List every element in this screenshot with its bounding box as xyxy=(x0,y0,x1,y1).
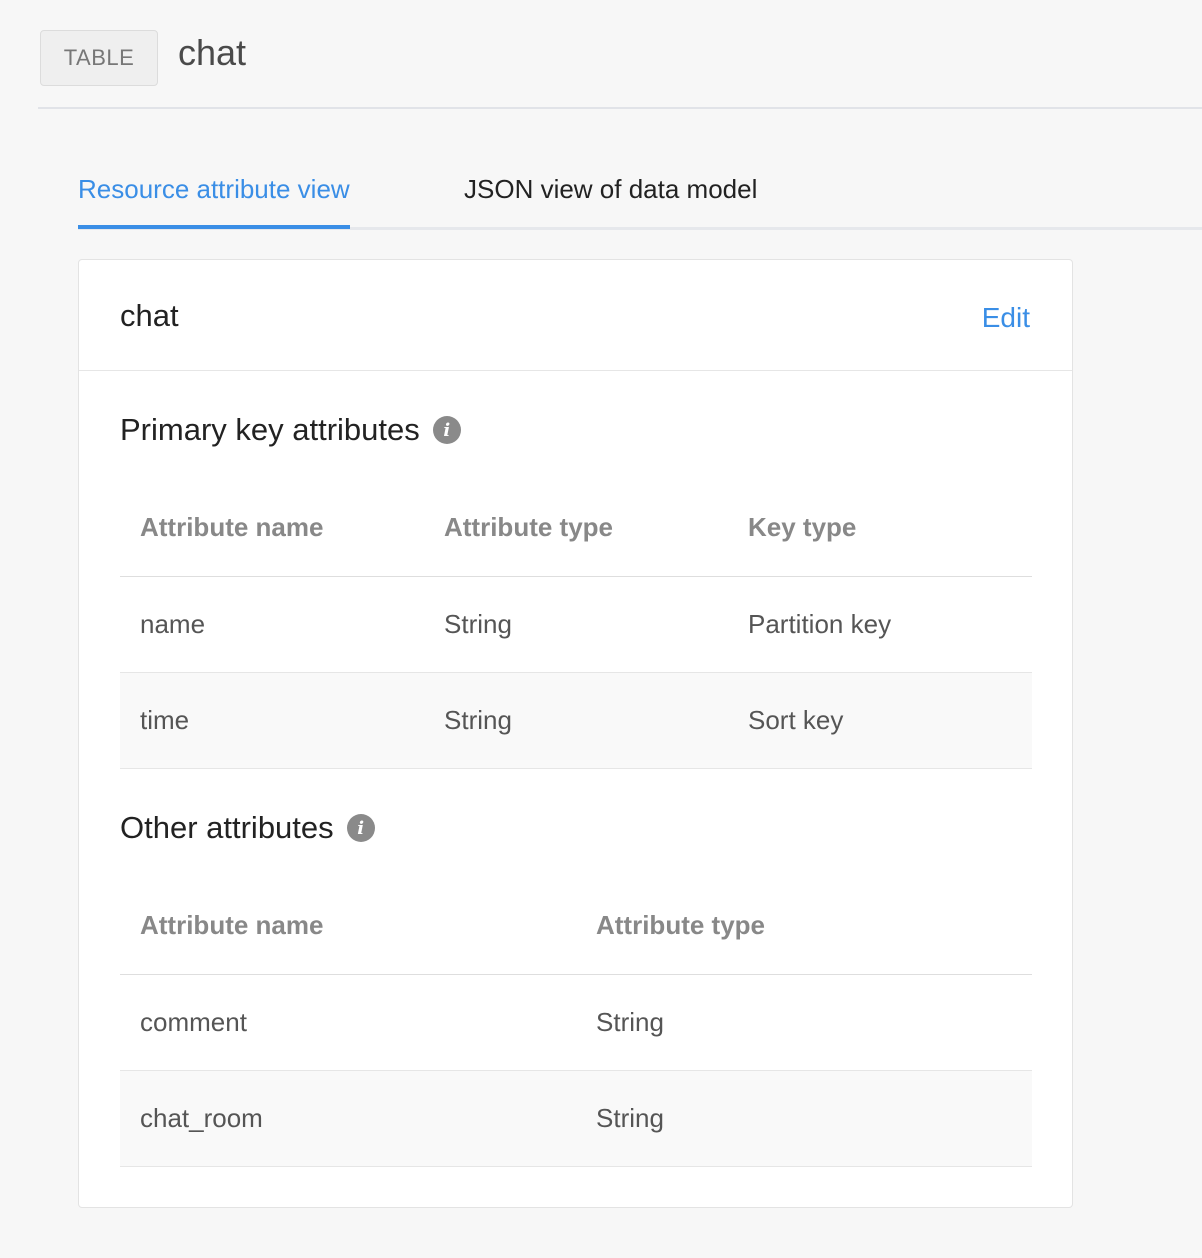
primary-key-table: Attribute name Attribute type Key type n… xyxy=(120,479,1032,769)
attribute-name-cell: chat_room xyxy=(140,1103,263,1133)
table-row: comment String xyxy=(120,975,1032,1071)
attribute-type-cell: String xyxy=(444,705,512,735)
primary-key-section-title: Primary key attributes i xyxy=(120,412,461,448)
edit-link[interactable]: Edit xyxy=(982,302,1030,334)
info-icon[interactable]: i xyxy=(346,814,375,842)
attribute-type-cell: String xyxy=(596,1103,664,1133)
column-header: Attribute type xyxy=(596,910,765,940)
attribute-type-cell: String xyxy=(596,1007,664,1037)
tab-bar: Resource attribute view JSON view of dat… xyxy=(78,160,1202,230)
column-header: Attribute name xyxy=(140,910,324,940)
other-attributes-table: Attribute name Attribute type comment St… xyxy=(120,877,1032,1167)
other-attributes-section-title: Other attributes i xyxy=(120,810,375,846)
attribute-name-cell: comment xyxy=(140,1007,247,1037)
table-row: name String Partition key xyxy=(120,577,1032,673)
attribute-name-cell: name xyxy=(140,609,206,639)
table-detail-card: chat Edit Primary key attributes i Attri… xyxy=(78,259,1073,1208)
other-attributes-heading: Other attributes xyxy=(120,810,334,845)
resource-type-badge: TABLE xyxy=(40,30,158,86)
card-title: chat xyxy=(120,298,179,333)
attribute-type-cell: String xyxy=(444,609,512,639)
tab-resource-attribute-view[interactable]: Resource attribute view xyxy=(78,174,350,229)
table-row: chat_room String xyxy=(120,1071,1032,1167)
table-header-row: Attribute name Attribute type Key type xyxy=(120,479,1032,577)
table-row: time String Sort key xyxy=(120,673,1032,769)
info-icon[interactable]: i xyxy=(432,416,461,444)
table-header-row: Attribute name Attribute type xyxy=(120,877,1032,975)
key-type-cell: Partition key xyxy=(748,609,892,639)
primary-key-heading: Primary key attributes xyxy=(120,412,420,447)
page-title: chat xyxy=(178,32,247,73)
card-header: chat Edit xyxy=(79,260,1072,371)
key-type-cell: Sort key xyxy=(748,705,844,735)
tab-json-view[interactable]: JSON view of data model xyxy=(464,174,757,225)
column-header: Attribute type xyxy=(444,512,613,542)
attribute-name-cell: time xyxy=(140,705,190,735)
column-header: Attribute name xyxy=(140,512,324,542)
column-header: Key type xyxy=(748,512,857,542)
